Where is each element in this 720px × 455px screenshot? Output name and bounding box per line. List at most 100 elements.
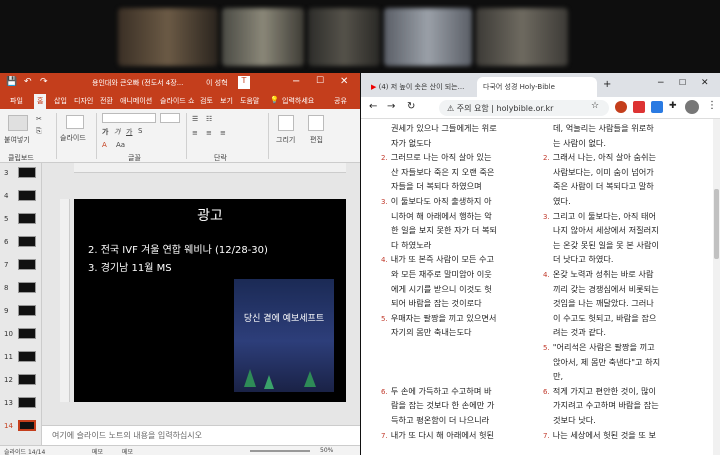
slide-thumbnail[interactable]: [18, 213, 36, 224]
numbering-button[interactable]: ☷: [206, 115, 212, 123]
browser-tab-active[interactable]: 다국어 성경 Holy-Bible: [477, 77, 597, 97]
verse-number[interactable]: 5.: [543, 344, 550, 352]
slide-thumbnail[interactable]: [18, 305, 36, 316]
avatar[interactable]: T: [238, 76, 250, 89]
slide-thumbnail[interactable]: [18, 167, 36, 178]
grow-font-button[interactable]: Aa: [116, 141, 125, 149]
browser-tab[interactable]: ▶ (4) 저 높이 솟은 산이 되는...: [365, 77, 475, 97]
notes-pane[interactable]: 여기에 슬라이드 노트의 내용을 입력하십시오: [42, 425, 360, 445]
verse-number[interactable]: 2.: [543, 154, 550, 162]
verse-number[interactable]: 2.: [381, 154, 388, 162]
search-icon[interactable]: [308, 115, 324, 131]
align-left-button[interactable]: ≡: [192, 129, 198, 137]
underline-button[interactable]: 가: [126, 127, 132, 137]
extension-icon[interactable]: [633, 101, 645, 113]
slide-thumbnail[interactable]: [18, 397, 36, 408]
font-size-select[interactable]: [160, 113, 180, 123]
scrollbar[interactable]: [713, 119, 720, 455]
tab-transitions[interactable]: 전환: [100, 96, 113, 106]
verse-number[interactable]: 6.: [543, 388, 550, 396]
paste-icon[interactable]: [8, 115, 28, 131]
tab-review[interactable]: 검토: [200, 96, 213, 106]
tab-insert[interactable]: 삽입: [54, 96, 67, 106]
reload-icon[interactable]: ↻: [407, 101, 415, 112]
lightbulb-icon[interactable]: 💡: [270, 96, 279, 104]
extension-icon[interactable]: [615, 101, 627, 113]
verse-number[interactable]: 3.: [543, 213, 550, 221]
verse-number[interactable]: 3.: [381, 198, 388, 206]
slide-thumbnail[interactable]: [18, 190, 36, 201]
back-icon[interactable]: ←: [369, 101, 377, 112]
close-icon[interactable]: ✕: [701, 78, 709, 88]
extension-icon[interactable]: [651, 101, 663, 113]
cut-icon[interactable]: ✂: [36, 115, 42, 123]
edit-button[interactable]: 편집: [310, 135, 323, 145]
slide-thumbnail[interactable]: [18, 259, 36, 270]
menu-icon[interactable]: ⋮: [707, 100, 717, 111]
current-slide[interactable]: 광고 2. 전국 IVF 겨울 연합 웨비나 (12/28-30) 3. 경기남…: [74, 199, 346, 402]
paste-button[interactable]: 붙여넣기: [4, 135, 30, 145]
draw-icon[interactable]: [278, 115, 294, 131]
video-tile[interactable]: [222, 8, 304, 66]
bold-button[interactable]: 가: [102, 127, 108, 137]
share-button[interactable]: 공유: [334, 96, 347, 106]
address-bar[interactable]: ⚠ 주의 요함 | holybible.or.kr: [439, 100, 609, 116]
font-name-select[interactable]: [102, 113, 156, 123]
avatar[interactable]: [685, 100, 699, 114]
redo-icon[interactable]: ↷: [40, 77, 48, 87]
poster-image[interactable]: 당신 곁에 예보세프트: [234, 279, 334, 392]
slide-thumbnail[interactable]: [18, 282, 36, 293]
memo-button[interactable]: 메모: [122, 447, 133, 455]
verse-number[interactable]: 5.: [381, 315, 388, 323]
zoom-slider[interactable]: [250, 450, 310, 452]
tab-help[interactable]: 도움말: [240, 96, 259, 106]
align-center-button[interactable]: ≡: [206, 129, 212, 137]
notes-button[interactable]: 메모: [92, 447, 103, 455]
align-right-button[interactable]: ≡: [220, 129, 226, 137]
slide-thumbnail[interactable]: [18, 328, 36, 339]
slide-thumbnail[interactable]: [18, 374, 36, 385]
bullets-button[interactable]: ☰: [192, 115, 198, 123]
new-tab-icon[interactable]: +: [603, 79, 611, 90]
scrollbar-thumb[interactable]: [714, 189, 719, 259]
slide-button[interactable]: 슬라이드: [60, 133, 86, 143]
autosave-icon[interactable]: 💾: [6, 77, 17, 87]
maximize-icon[interactable]: ☐: [679, 78, 686, 87]
forward-icon[interactable]: →: [387, 101, 395, 112]
slide-thumbnail-selected[interactable]: [18, 420, 36, 431]
slide-thumbnail[interactable]: [18, 236, 36, 247]
slide-bullet[interactable]: 2. 전국 IVF 겨울 연합 웨비나 (12/28-30): [88, 241, 268, 256]
new-slide-icon[interactable]: [66, 115, 84, 129]
undo-icon[interactable]: ↶: [24, 77, 32, 87]
tab-home[interactable]: 홈: [34, 94, 47, 109]
close-icon[interactable]: ✕: [340, 76, 348, 87]
video-tile[interactable]: [476, 8, 568, 66]
zoom-level[interactable]: 50%: [320, 447, 333, 454]
user-name[interactable]: 이 성혁: [206, 78, 228, 88]
video-tile[interactable]: [384, 8, 472, 66]
draw-button[interactable]: 그리기: [276, 135, 295, 145]
verse-number[interactable]: 4.: [381, 256, 388, 264]
minimize-icon[interactable]: −: [657, 78, 665, 88]
maximize-icon[interactable]: ☐: [316, 76, 324, 86]
verse-number[interactable]: 6.: [381, 388, 388, 396]
italic-button[interactable]: 가: [114, 127, 120, 137]
tab-animations[interactable]: 애니메이션: [120, 96, 152, 106]
tab-view[interactable]: 보기: [220, 96, 233, 106]
minimize-icon[interactable]: −: [292, 76, 300, 87]
font-color-button[interactable]: A: [102, 141, 107, 149]
puzzle-icon[interactable]: ✚: [669, 101, 677, 111]
tab-design[interactable]: 디자인: [74, 96, 93, 106]
strike-button[interactable]: S: [138, 127, 142, 135]
slide-bullet[interactable]: 3. 경기남 11월 MS: [88, 259, 172, 274]
verse-number[interactable]: 7.: [381, 432, 388, 440]
verse-number[interactable]: 7.: [543, 432, 550, 440]
tell-me-input[interactable]: 입력하세요: [282, 96, 314, 106]
verse-number[interactable]: 4.: [543, 271, 550, 279]
slide-thumbnail[interactable]: [18, 351, 36, 362]
bookmark-star-icon[interactable]: ☆: [591, 101, 599, 111]
tab-slideshow[interactable]: 슬라이드 쇼: [160, 96, 194, 106]
tab-file[interactable]: 파일: [10, 96, 23, 106]
video-tile[interactable]: [118, 8, 218, 66]
copy-icon[interactable]: ⎘: [36, 127, 42, 136]
